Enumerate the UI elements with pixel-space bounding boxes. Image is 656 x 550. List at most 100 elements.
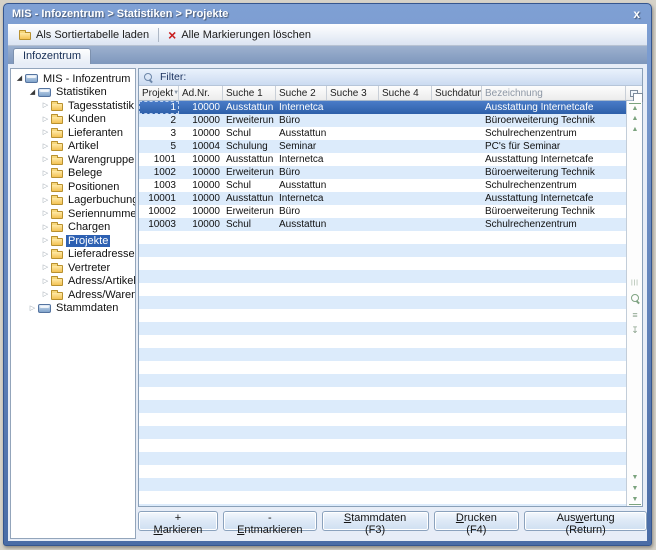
expand-arrow-icon[interactable]: ▷: [40, 127, 51, 138]
table-cell[interactable]: 10000: [179, 192, 223, 205]
table-cell[interactable]: Ausstattung Internetcafe: [482, 192, 626, 205]
table-cell[interactable]: 3: [139, 127, 179, 140]
tree-item-vertreter[interactable]: ▷Vertreter: [11, 261, 135, 275]
clear-marks-button[interactable]: × Alle Markierungen löschen: [162, 24, 317, 45]
tree-item-statistiken[interactable]: ◢Statistiken: [11, 86, 135, 100]
stammdaten-f3-button[interactable]: Stammdaten (F3): [322, 511, 429, 531]
table-cell[interactable]: 2: [139, 114, 179, 127]
table-cell[interactable]: Ausstattung Internetcafe: [482, 153, 626, 166]
column-header-suche-4[interactable]: Suche 4: [379, 86, 432, 100]
tree-item-kunden[interactable]: ▷Kunden: [11, 113, 135, 127]
table-cell[interactable]: 10000: [179, 166, 223, 179]
table-cell[interactable]: [432, 205, 482, 218]
tree-item-stammdaten[interactable]: ▷Stammdaten: [11, 302, 135, 316]
table-cell[interactable]: Büroerweiterung Technik: [482, 166, 626, 179]
table-cell[interactable]: Ausstattun: [276, 127, 327, 140]
scroll-down-icon[interactable]: ▼: [629, 473, 641, 482]
table-cell[interactable]: Ausstattung Internetcafe: [482, 101, 626, 114]
table-row[interactable]: 1000110000AusstattunInternetcaAusstattun…: [139, 192, 626, 205]
table-cell[interactable]: [379, 101, 432, 114]
table-cell[interactable]: [327, 218, 379, 231]
table-cell[interactable]: [327, 166, 379, 179]
table-cell[interactable]: 10000: [179, 101, 223, 114]
scroll-up-alt-icon[interactable]: ▲: [629, 125, 641, 134]
table-row[interactable]: 100210000ErweiterunBüroBüroerweiterung T…: [139, 166, 626, 179]
table-cell[interactable]: [432, 153, 482, 166]
column-header-suche-3[interactable]: Suche 3: [327, 86, 379, 100]
table-cell[interactable]: [379, 166, 432, 179]
table-cell[interactable]: [432, 166, 482, 179]
expand-arrow-icon[interactable]: ▷: [40, 181, 51, 192]
scroll-down-alt-icon[interactable]: ▼: [629, 484, 641, 493]
load-sort-table-button[interactable]: Als Sortiertabelle laden: [13, 24, 155, 45]
expand-arrow-icon[interactable]: ▷: [40, 235, 51, 246]
table-cell[interactable]: 10002: [139, 205, 179, 218]
tree-item-adress-warengruppen[interactable]: ▷Adress/Warengruppen: [11, 288, 135, 302]
table-cell[interactable]: Erweiterun: [223, 205, 276, 218]
table-cell[interactable]: [379, 114, 432, 127]
scroll-bottom-icon[interactable]: ▼: [629, 495, 641, 505]
tree-item-warengruppen[interactable]: ▷Warengruppen: [11, 153, 135, 167]
table-cell[interactable]: Ausstattun: [223, 153, 276, 166]
tree-item-positionen[interactable]: ▷Positionen: [11, 180, 135, 194]
table-cell[interactable]: Schulrechenzentrum: [482, 218, 626, 231]
expand-arrow-icon[interactable]: ▷: [40, 100, 51, 111]
tree-item-seriennummern[interactable]: ▷Seriennummern: [11, 207, 135, 221]
collapse-arrow-icon[interactable]: ◢: [27, 87, 38, 98]
column-chooser-icon[interactable]: [630, 90, 638, 97]
table-cell[interactable]: [327, 153, 379, 166]
table-cell[interactable]: Erweiterun: [223, 166, 276, 179]
table-cell[interactable]: Internetca: [276, 101, 327, 114]
collapse-arrow-icon[interactable]: ◢: [14, 73, 25, 84]
drucken-f4-button[interactable]: Drucken (F4): [434, 511, 520, 531]
table-cell[interactable]: Büroerweiterung Technik: [482, 114, 626, 127]
table-cell[interactable]: [432, 127, 482, 140]
table-cell[interactable]: 10000: [179, 153, 223, 166]
tree-item-artikel[interactable]: ▷Artikel: [11, 140, 135, 154]
table-cell[interactable]: Ausstattun: [223, 101, 276, 114]
table-row[interactable]: 100310000SchulAusstattunSchulrechenzentr…: [139, 179, 626, 192]
tree-item-lieferadressen[interactable]: ▷Lieferadressen: [11, 248, 135, 262]
scroll-up-icon[interactable]: ▲: [629, 114, 641, 123]
entmarkieren-button[interactable]: - Entmarkieren: [223, 511, 317, 531]
table-row[interactable]: 1000310000SchulAusstattunSchulrechenzent…: [139, 218, 626, 231]
table-cell[interactable]: [432, 114, 482, 127]
table-cell[interactable]: [432, 192, 482, 205]
column-header-projekt[interactable]: Projekt▼: [139, 86, 179, 100]
tree-item-lieferanten[interactable]: ▷Lieferanten: [11, 126, 135, 140]
table-cell[interactable]: Ausstattun: [276, 179, 327, 192]
tab-infozentrum[interactable]: Infozentrum: [13, 48, 91, 64]
table-cell[interactable]: [379, 179, 432, 192]
markieren-button[interactable]: + Markieren: [138, 511, 218, 531]
tree-item-mis-infozentrum[interactable]: ◢MIS - Infozentrum: [11, 72, 135, 86]
expand-arrow-icon[interactable]: ▷: [40, 208, 51, 219]
table-cell[interactable]: [432, 140, 482, 153]
table-cell[interactable]: 1002: [139, 166, 179, 179]
table-row[interactable]: 210000ErweiterunBüroBüroerweiterung Tech…: [139, 114, 626, 127]
table-cell[interactable]: 1001: [139, 153, 179, 166]
table-row[interactable]: 110000AusstattunInternetcaAusstattung In…: [139, 101, 626, 114]
filter-icon[interactable]: [144, 73, 153, 82]
table-cell[interactable]: Schul: [223, 179, 276, 192]
table-cell[interactable]: 10000: [179, 218, 223, 231]
table-cell[interactable]: Ausstattun: [223, 192, 276, 205]
table-cell[interactable]: [379, 140, 432, 153]
expand-arrow-icon[interactable]: ▷: [40, 154, 51, 165]
expand-arrow-icon[interactable]: ▷: [40, 222, 51, 233]
table-row[interactable]: 310000SchulAusstattunSchulrechenzentrum: [139, 127, 626, 140]
table-cell[interactable]: 5: [139, 140, 179, 153]
table-cell[interactable]: Büro: [276, 114, 327, 127]
expand-arrow-icon[interactable]: ▷: [40, 195, 51, 206]
table-cell[interactable]: [379, 218, 432, 231]
column-header-suche-2[interactable]: Suche 2: [276, 86, 327, 100]
fit-columns-icon[interactable]: |||: [629, 279, 641, 288]
tree-item-adress-artikel[interactable]: ▷Adress/Artikel: [11, 275, 135, 289]
table-cell[interactable]: Seminar: [276, 140, 327, 153]
table-cell[interactable]: [327, 192, 379, 205]
table-row[interactable]: 1000210000ErweiterunBüroBüroerweiterung …: [139, 205, 626, 218]
goto-row-icon[interactable]: ↧: [629, 326, 641, 335]
table-cell[interactable]: [432, 218, 482, 231]
auswertung-return-button[interactable]: Auswertung (Return): [524, 511, 647, 531]
tree-item-tagesstatistik[interactable]: ▷Tagesstatistik: [11, 99, 135, 113]
marker-list-icon[interactable]: ≡: [629, 311, 641, 320]
